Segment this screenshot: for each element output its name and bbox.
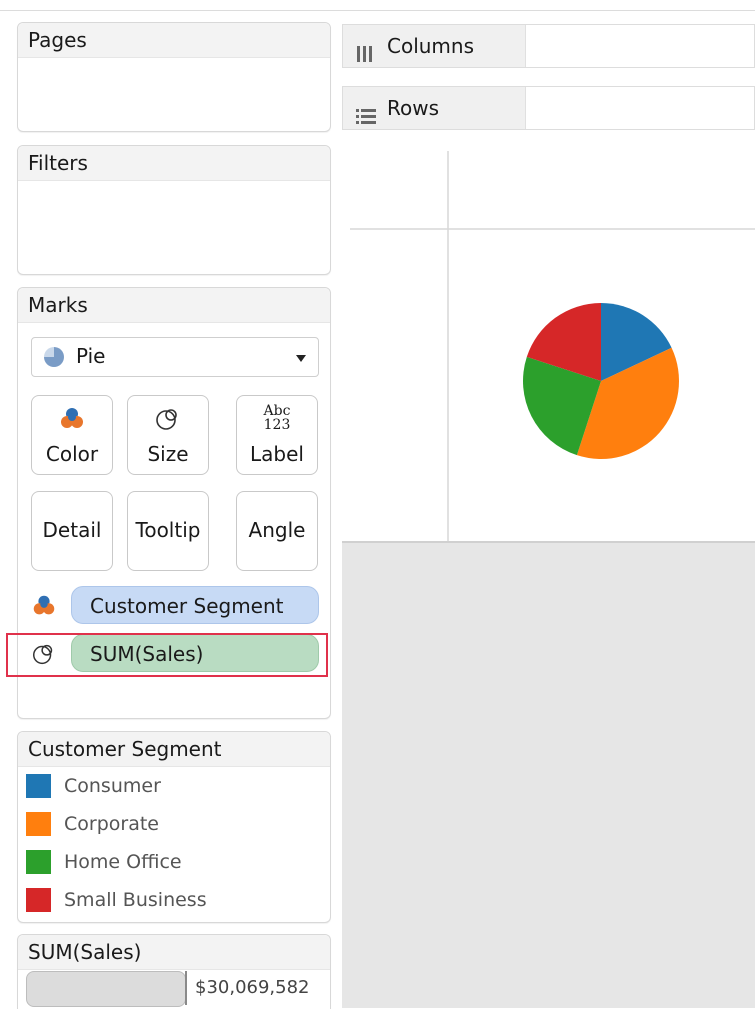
text-label-icon: Abc 123 bbox=[237, 404, 317, 434]
customer-segment-pill-label: Customer Segment bbox=[90, 594, 284, 618]
rows-shelf[interactable]: Rows bbox=[342, 86, 755, 130]
detail-button-label: Detail bbox=[42, 518, 102, 542]
top-border bbox=[0, 0, 755, 11]
label-glyph-top: Abc bbox=[263, 403, 291, 419]
legend-label: Home Office bbox=[64, 851, 182, 873]
label-glyph-bottom: 123 bbox=[263, 417, 291, 433]
pie-icon bbox=[44, 347, 64, 367]
pages-card[interactable]: Pages bbox=[17, 22, 331, 132]
tooltip-button-label: Tooltip bbox=[135, 518, 201, 542]
columns-drop-area[interactable] bbox=[525, 25, 754, 67]
mark-type-dropdown[interactable]: Pie bbox=[31, 337, 319, 377]
mark-type-label: Pie bbox=[76, 344, 106, 368]
columns-label: Columns bbox=[387, 34, 475, 58]
legend-swatch bbox=[26, 850, 51, 874]
angle-button[interactable]: Angle bbox=[236, 491, 318, 571]
size-icon bbox=[128, 404, 208, 434]
rows-icon bbox=[355, 98, 377, 124]
size-legend-card[interactable]: SUM(Sales) $30,069,582 bbox=[17, 934, 331, 1009]
legend-swatch bbox=[26, 774, 51, 798]
chevron-down-icon bbox=[296, 355, 306, 362]
pie-chart[interactable] bbox=[342, 143, 755, 541]
angle-button-label: Angle bbox=[248, 518, 306, 542]
color-icon bbox=[32, 404, 112, 434]
size-button-label: Size bbox=[147, 442, 189, 466]
pages-title: Pages bbox=[18, 23, 330, 58]
size-range-bar bbox=[26, 971, 186, 1007]
size-button[interactable]: Size bbox=[127, 395, 209, 475]
columns-shelf[interactable]: Columns bbox=[342, 24, 755, 68]
highlight-box bbox=[6, 633, 328, 677]
size-max-value: $30,069,582 bbox=[195, 977, 310, 998]
legend-label: Small Business bbox=[64, 889, 207, 911]
legend-label: Corporate bbox=[64, 813, 159, 835]
label-button-label: Label bbox=[250, 442, 304, 466]
size-range-end bbox=[185, 971, 187, 1005]
legend-swatch bbox=[26, 888, 51, 912]
marks-title: Marks bbox=[18, 288, 330, 323]
legend-swatch bbox=[26, 812, 51, 836]
rows-label: Rows bbox=[387, 96, 440, 120]
color-button-label: Color bbox=[45, 442, 99, 466]
detail-button[interactable]: Detail bbox=[31, 491, 113, 571]
color-button[interactable]: Color bbox=[31, 395, 113, 475]
rows-shelf-label: Rows bbox=[343, 87, 525, 129]
color-encoding-icon bbox=[30, 592, 58, 620]
rows-drop-area[interactable] bbox=[525, 87, 754, 129]
filters-title: Filters bbox=[18, 146, 330, 181]
color-legend-title: Customer Segment bbox=[18, 732, 330, 767]
size-legend-title: SUM(Sales) bbox=[18, 935, 330, 970]
filters-card[interactable]: Filters bbox=[17, 145, 331, 275]
color-legend-card[interactable]: Customer Segment Consumer Corporate Home… bbox=[17, 731, 331, 923]
columns-shelf-label: Columns bbox=[343, 25, 525, 67]
label-button[interactable]: Abc 123 Label bbox=[236, 395, 318, 475]
customer-segment-pill[interactable]: Customer Segment bbox=[71, 586, 319, 624]
tooltip-button[interactable]: Tooltip bbox=[127, 491, 209, 571]
viz-pane[interactable] bbox=[342, 143, 755, 543]
legend-label: Consumer bbox=[64, 775, 161, 797]
columns-icon bbox=[355, 36, 377, 62]
